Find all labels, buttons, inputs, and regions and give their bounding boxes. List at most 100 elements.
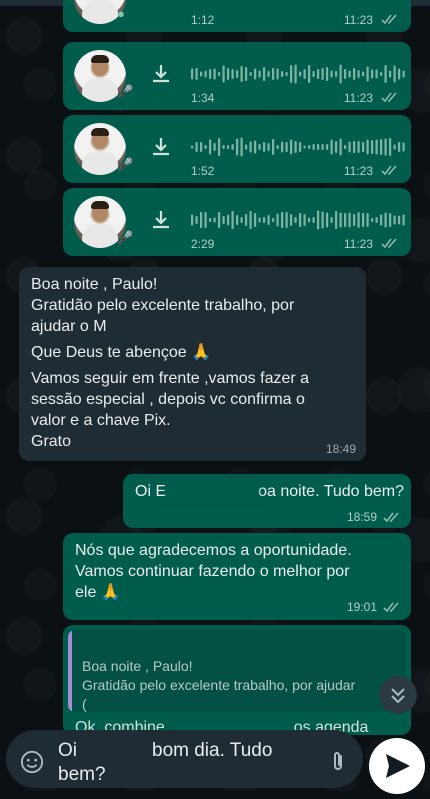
waveform-bar [389, 138, 392, 156]
waveform-bar [317, 210, 320, 230]
waveform-bar [294, 141, 297, 153]
waveform-bar [281, 141, 284, 153]
waveform-bar [335, 141, 338, 153]
waveform[interactable] [191, 208, 411, 232]
waveform-bar [236, 215, 239, 225]
outgoing-message[interactable]: Oi Exxxxxxxxoa noite. Tudo bem? 18:59 [123, 474, 411, 528]
message-line: ajudar o M [31, 318, 107, 335]
read-ticks-icon [381, 165, 397, 176]
waveform-bar [366, 213, 369, 227]
waveform-bar [209, 69, 212, 79]
waveform-bar [218, 72, 221, 76]
sticker-icon[interactable] [20, 750, 44, 774]
attach-icon[interactable] [326, 750, 350, 774]
waveform-bar [245, 144, 248, 150]
send-button[interactable] [369, 738, 425, 794]
waveform-bar [231, 69, 234, 79]
waveform-bar [317, 144, 320, 150]
message-input[interactable]: Oi bom dia. Tudo bem? [58, 739, 318, 787]
waveform-bar [204, 212, 207, 228]
waveform-bar [393, 215, 396, 225]
waveform-bar [236, 138, 239, 156]
quote-bar [68, 630, 72, 712]
message-text: oa noite. Tudo bem? [258, 483, 405, 500]
voice-duration: 1:12 [191, 13, 215, 27]
waveform[interactable] [191, 62, 411, 86]
waveform-bar [263, 217, 266, 223]
waveform-bar [231, 144, 234, 150]
waveform-bar [362, 213, 365, 227]
waveform-bar [240, 217, 243, 223]
waveform-bar [249, 211, 252, 229]
waveform-bar [249, 141, 252, 153]
waveform-bar [321, 68, 324, 80]
waveform-bar [371, 218, 374, 222]
waveform[interactable] [191, 135, 411, 159]
waveform-bar [371, 140, 374, 154]
download-icon[interactable] [149, 62, 173, 86]
waveform-bar [299, 71, 302, 77]
message-line: Vamos continuar fazendo o melhor por [75, 563, 350, 580]
message-line: Gratidão pelo excelente trabalho, por [31, 297, 295, 314]
waveform-bar [285, 142, 288, 152]
waveform-bar [200, 142, 203, 152]
waveform-bar [200, 71, 203, 77]
waveform-bar [240, 137, 243, 157]
voice-message[interactable]: 🎤 1:34 11:23 [63, 42, 411, 110]
message-composer[interactable]: Oi bom dia. Tudo bem? [6, 730, 363, 788]
waveform-bar [402, 142, 405, 152]
quote-line: Boa noite , Paulo! [82, 658, 193, 674]
outgoing-reply-message[interactable]: Boa noite , Paulo! Gratidão pelo excelen… [63, 625, 411, 735]
waveform-bar [402, 70, 405, 78]
voice-message[interactable]: 🎤 2:29 11:23 [63, 188, 411, 256]
waveform-bar [335, 211, 338, 229]
waveform-bar [330, 139, 333, 155]
waveform-bar [398, 142, 401, 152]
quoted-message[interactable]: Boa noite , Paulo! Gratidão pelo excelen… [68, 630, 406, 712]
waveform-bar [209, 139, 212, 155]
waveform-bar [326, 67, 329, 81]
waveform-bar [330, 217, 333, 223]
waveform-bar [362, 71, 365, 77]
scroll-to-bottom-button[interactable] [379, 676, 417, 714]
message-time: 11:23 [343, 164, 373, 178]
message-time: 11:23 [343, 13, 373, 27]
waveform-bar [209, 218, 212, 222]
waveform-bar [249, 72, 252, 76]
waveform-bar [218, 138, 221, 156]
waveform-bar [380, 72, 383, 76]
download-icon[interactable] [149, 135, 173, 159]
read-ticks-icon [383, 602, 399, 613]
waveform-bar [204, 145, 207, 149]
outgoing-message[interactable]: Nós que agradecemos a oportunidade. Vamo… [63, 533, 411, 620]
voice-message[interactable]: ● 1:12 11:23 [63, 0, 411, 32]
waveform-bar [213, 217, 216, 223]
waveform-bar [366, 66, 369, 82]
waveform-bar [263, 142, 266, 152]
waveform-bar [398, 215, 401, 225]
waveform-bar [339, 212, 342, 228]
incoming-message[interactable]: Boa noite , Paulo! Gratidão pelo excelen… [19, 267, 366, 461]
read-ticks-icon [381, 238, 397, 249]
waveform-bar [195, 216, 198, 224]
waveform-bar [267, 215, 270, 225]
voice-duration: 1:34 [191, 91, 215, 105]
waveform-bar [384, 65, 387, 83]
waveform-bar [299, 213, 302, 227]
waveform-bar [357, 70, 360, 78]
waveform-bar [353, 141, 356, 153]
voice-duration: 1:52 [191, 164, 215, 178]
waveform-bar [258, 217, 261, 223]
download-icon[interactable] [149, 208, 173, 232]
waveform-bar [258, 70, 261, 78]
quote-line: ( [82, 696, 87, 712]
waveform-bar [290, 214, 293, 226]
waveform-bar [254, 213, 257, 227]
voice-duration: 2:29 [191, 237, 215, 251]
waveform-bar [191, 68, 194, 80]
voice-message[interactable]: 🎤 1:52 11:23 [63, 115, 411, 183]
mic-icon: 🎤 [117, 84, 134, 99]
waveform-bar [195, 142, 198, 152]
composer-text: bom dia. Tudo [152, 740, 273, 761]
waveform-bar [357, 141, 360, 153]
